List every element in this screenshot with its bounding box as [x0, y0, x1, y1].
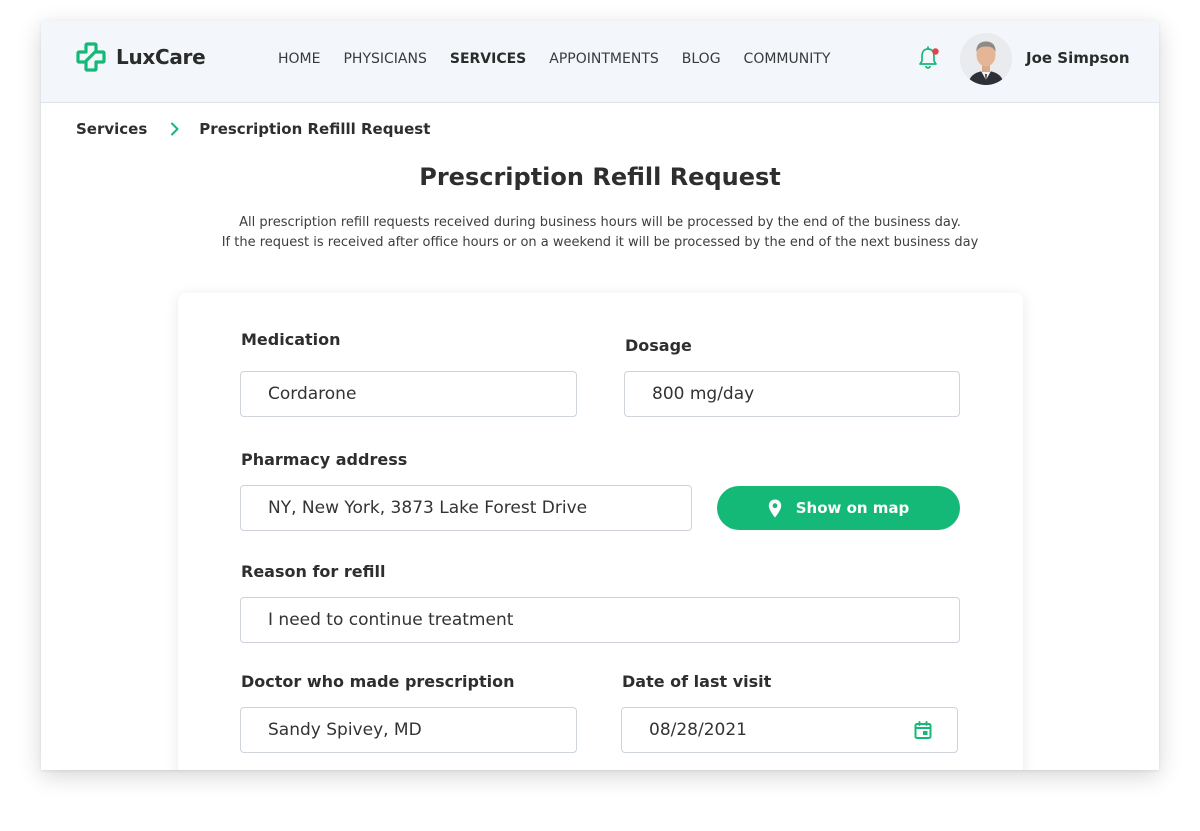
show-on-map-label: Show on map: [795, 499, 910, 517]
reason-label: Reason for refill: [241, 562, 386, 581]
last-visit-label: Date of last visit: [622, 672, 772, 691]
dosage-value: 800 mg/day: [652, 384, 755, 404]
doctor-input[interactable]: Sandy Spivey, MD: [240, 707, 577, 753]
medication-input[interactable]: Cordarone: [240, 371, 577, 417]
nav-home[interactable]: HOME: [278, 51, 320, 67]
bell-icon[interactable]: [916, 45, 942, 71]
map-pin-icon: [768, 499, 781, 517]
main-nav: HOME PHYSICIANS SERVICES APPOINTMENTS BL…: [278, 51, 853, 67]
app-window: LuxCare HOME PHYSICIANS SERVICES APPOINT…: [41, 21, 1159, 770]
notification-dot: [932, 48, 939, 55]
reason-input[interactable]: I need to continue treatment: [240, 597, 960, 643]
medication-label: Medication: [241, 330, 341, 349]
brand-name: LuxCare: [116, 45, 206, 69]
nav-blog[interactable]: BLOG: [682, 51, 721, 67]
avatar[interactable]: [960, 33, 1012, 85]
chevron-right-icon: [171, 122, 179, 136]
show-on-map-button[interactable]: Show on map: [717, 486, 960, 530]
dosage-label: Dosage: [625, 336, 692, 355]
page-title: Prescription Refill Request: [419, 163, 781, 191]
dosage-input[interactable]: 800 mg/day: [624, 371, 960, 417]
notice-line-2: If the request is received after office …: [221, 235, 979, 250]
pharmacy-address-input[interactable]: NY, New York, 3873 Lake Forest Drive: [240, 485, 692, 531]
avatar-portrait: [960, 33, 1012, 85]
nav-community[interactable]: COMMUNITY: [744, 51, 831, 67]
medical-cross-logo-icon: [76, 42, 106, 72]
calendar-icon[interactable]: [913, 720, 933, 740]
doctor-label: Doctor who made prescription: [241, 672, 515, 691]
pharmacy-address-value: NY, New York, 3873 Lake Forest Drive: [268, 498, 588, 518]
user-name[interactable]: Joe Simpson: [1026, 49, 1130, 67]
nav-services[interactable]: SERVICES: [450, 51, 526, 67]
notice-line-1: All prescription refill requests receive…: [239, 215, 961, 230]
last-visit-value: 08/28/2021: [649, 720, 747, 740]
medication-value: Cordarone: [268, 384, 357, 404]
last-visit-date-input[interactable]: 08/28/2021: [621, 707, 958, 753]
breadcrumb-current: Prescription Refilll Request: [199, 120, 431, 138]
nav-physicians[interactable]: PHYSICIANS: [343, 51, 426, 67]
top-header: LuxCare HOME PHYSICIANS SERVICES APPOINT…: [41, 21, 1159, 103]
processing-notice: All prescription refill requests receive…: [41, 213, 1159, 253]
doctor-value: Sandy Spivey, MD: [268, 720, 422, 740]
breadcrumb: Services Prescription Refilll Request: [76, 120, 430, 138]
logo[interactable]: LuxCare: [76, 42, 206, 72]
reason-value: I need to continue treatment: [268, 610, 514, 630]
pharmacy-address-label: Pharmacy address: [241, 450, 408, 469]
breadcrumb-services[interactable]: Services: [76, 120, 147, 138]
nav-appointments[interactable]: APPOINTMENTS: [549, 51, 658, 67]
refill-form-card: Medication Cordarone Dosage 800 mg/day P…: [178, 293, 1023, 770]
